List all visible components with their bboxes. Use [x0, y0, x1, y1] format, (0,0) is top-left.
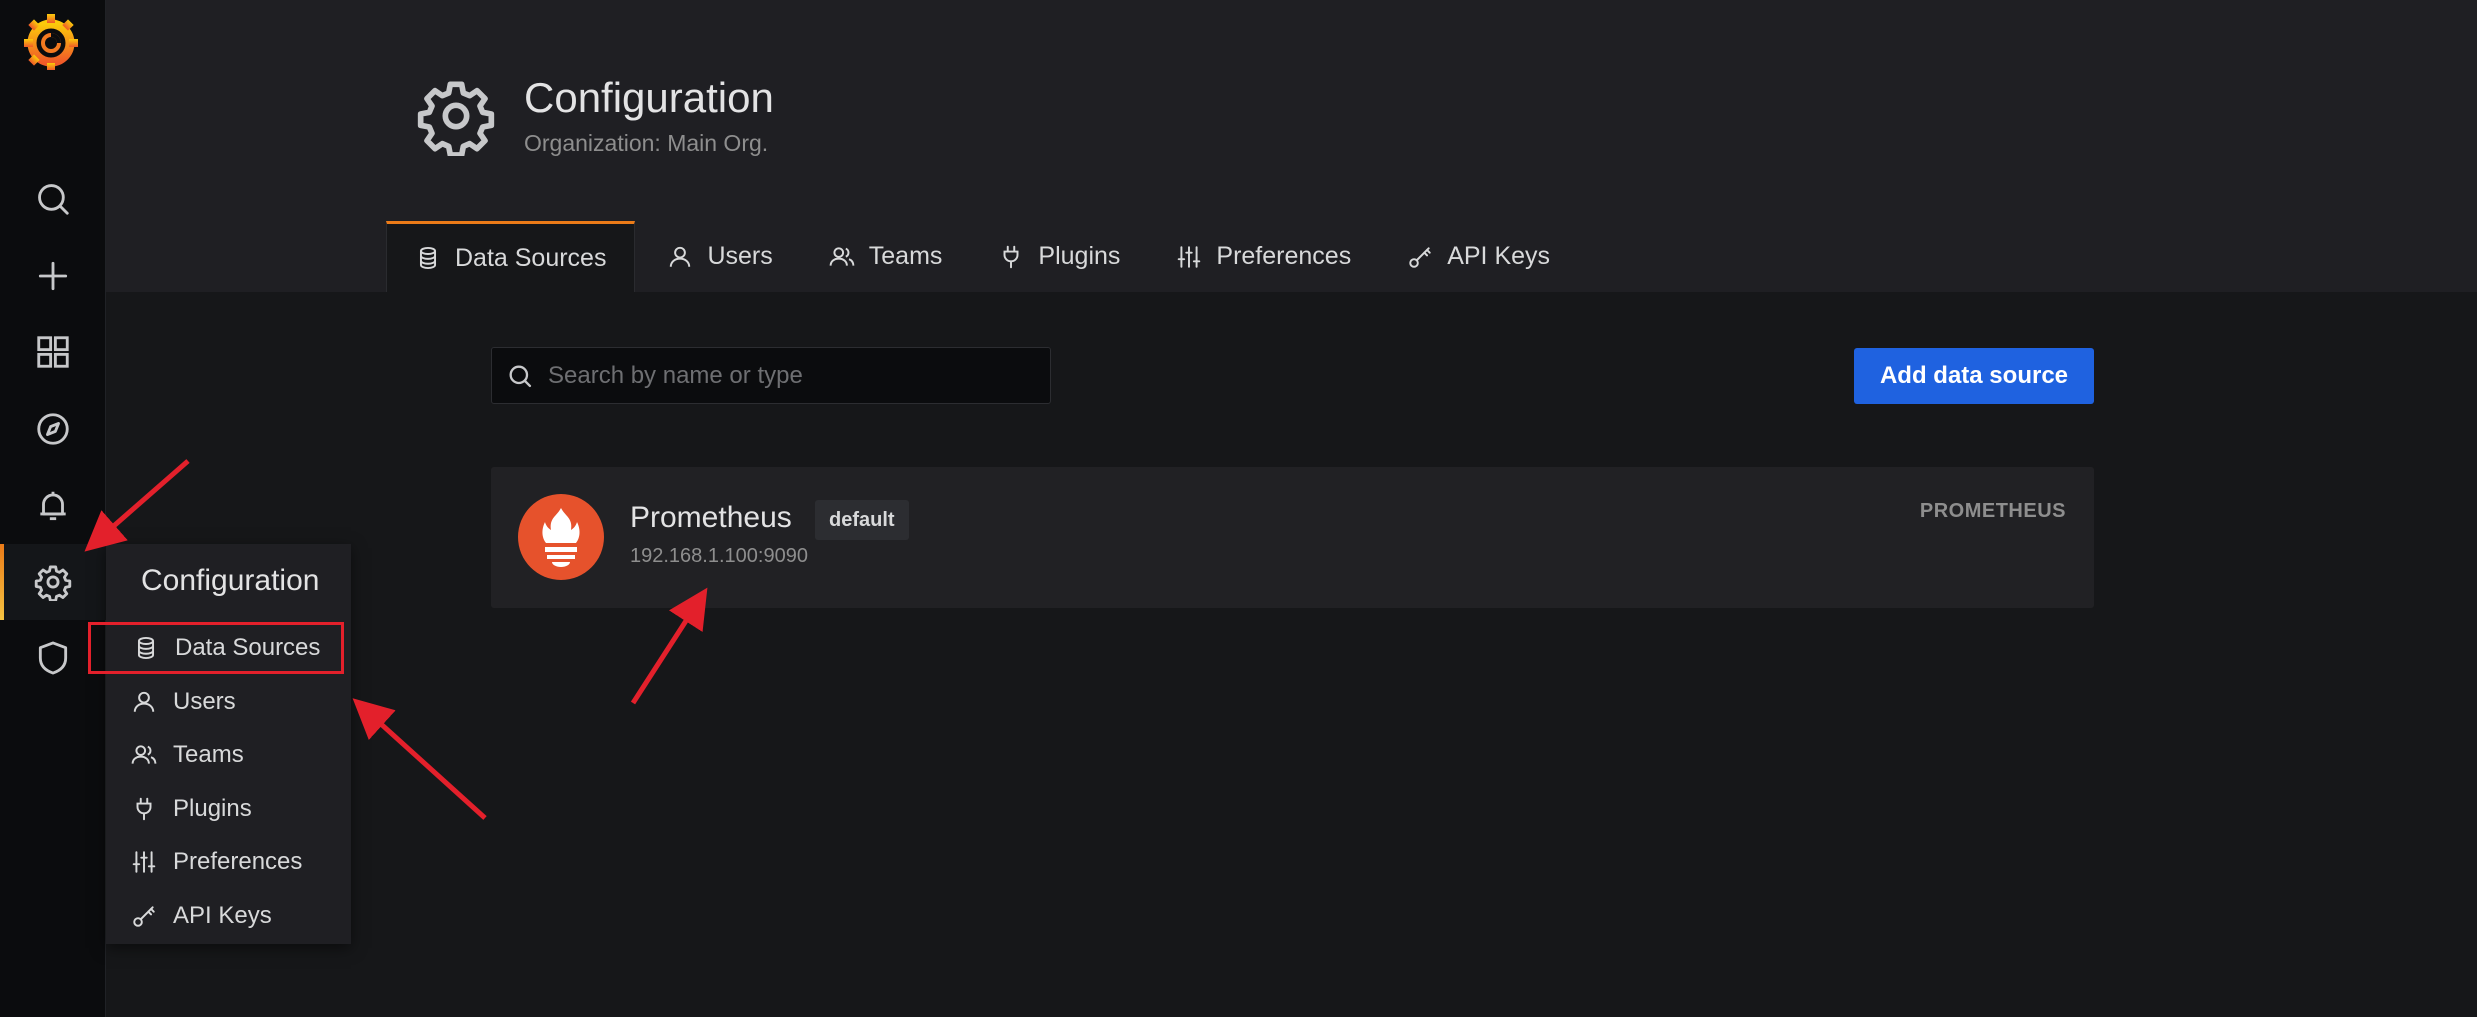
sidebar-search[interactable] [0, 161, 106, 237]
dashboards-icon [37, 336, 69, 368]
plug-icon [136, 797, 152, 821]
flyout-item-label: Data Sources [175, 634, 321, 661]
arrow-to-gear [84, 459, 190, 552]
tab-label: Teams [868, 242, 943, 270]
flyout-item-preferences[interactable]: Preferences [126, 836, 346, 888]
explore-icon [37, 413, 69, 445]
gear-icon [34, 565, 72, 601]
datasource-url: 192.168.1.100:9090 [630, 545, 808, 567]
page-gear-icon [416, 76, 496, 158]
page-title: Configuration [524, 74, 774, 121]
tab-users[interactable]: Users [639, 221, 800, 292]
datasource-card-prometheus[interactable]: Prometheus default 192.168.1.100:9090 PR… [491, 467, 2094, 608]
search-box [491, 347, 1051, 404]
sliders-icon [1178, 245, 1201, 268]
page-subtitle: Organization: Main Org. [524, 130, 769, 156]
configuration-flyout-menu: Configuration Data Sources Users Teams P… [88, 544, 351, 944]
add-data-source-button[interactable]: Add data source [1854, 348, 2094, 404]
flyout-item-label: API Keys [173, 902, 272, 929]
key-icon [1409, 246, 1431, 268]
datasource-name: Prometheus [630, 501, 792, 534]
flyout-item-label: Teams [173, 741, 244, 768]
flyout-item-plugins[interactable]: Plugins [126, 783, 346, 835]
grafana-logo-icon[interactable] [20, 10, 82, 72]
tab-label: Plugins [1038, 242, 1121, 270]
search-input[interactable] [546, 360, 1026, 391]
datasource-type: PROMETHEUS [1919, 500, 2066, 522]
flyout-item-users[interactable]: Users [126, 676, 346, 728]
users-icon [829, 246, 855, 266]
bell-icon [40, 491, 66, 521]
flyout-item-label: Plugins [173, 795, 252, 822]
flyout-item-teams[interactable]: Teams [126, 729, 346, 781]
tab-label: Users [707, 242, 773, 270]
key-icon [133, 906, 155, 927]
tab-data-sources[interactable]: Data Sources [386, 221, 636, 292]
arrow-to-data-sources [352, 698, 487, 820]
tab-label: Preferences [1216, 242, 1352, 270]
database-icon [137, 636, 155, 660]
sidebar-alerting[interactable] [0, 468, 106, 544]
sidebar-explore[interactable] [0, 391, 106, 467]
flyout-item-data-sources[interactable]: Data Sources [88, 622, 344, 674]
user-icon [133, 691, 155, 712]
shield-icon [38, 641, 68, 675]
prometheus-logo-icon [518, 494, 604, 580]
flyout-item-label: Preferences [173, 848, 303, 875]
plus-icon [38, 261, 68, 291]
sidebar-dashboards[interactable] [0, 314, 106, 390]
plug-icon [1003, 245, 1019, 268]
sliders-icon [132, 851, 156, 873]
search-icon [38, 184, 69, 215]
user-icon [670, 246, 691, 267]
sidebar-configuration[interactable] [0, 544, 106, 620]
tab-preferences[interactable]: Preferences [1148, 221, 1379, 292]
flyout-title[interactable]: Configuration [141, 564, 319, 598]
default-badge: default [815, 500, 909, 540]
search-icon [509, 365, 532, 387]
tab-label: Data Sources [455, 243, 607, 272]
sidebar [0, 0, 106, 1017]
sidebar-create[interactable] [0, 238, 106, 314]
config-tabs: Data Sources Users Teams Plugins Prefere… [386, 221, 1578, 292]
tab-teams[interactable]: Teams [801, 221, 971, 292]
users-icon [131, 745, 157, 764]
flyout-item-label: Users [173, 688, 236, 715]
tab-plugins[interactable]: Plugins [970, 221, 1148, 292]
arrow-to-datasource-url [630, 587, 708, 705]
flyout-item-api-keys[interactable]: API Keys [126, 890, 346, 942]
tab-label: API Keys [1447, 242, 1551, 270]
tab-api-keys[interactable]: API Keys [1379, 221, 1578, 292]
database-icon [419, 246, 437, 270]
